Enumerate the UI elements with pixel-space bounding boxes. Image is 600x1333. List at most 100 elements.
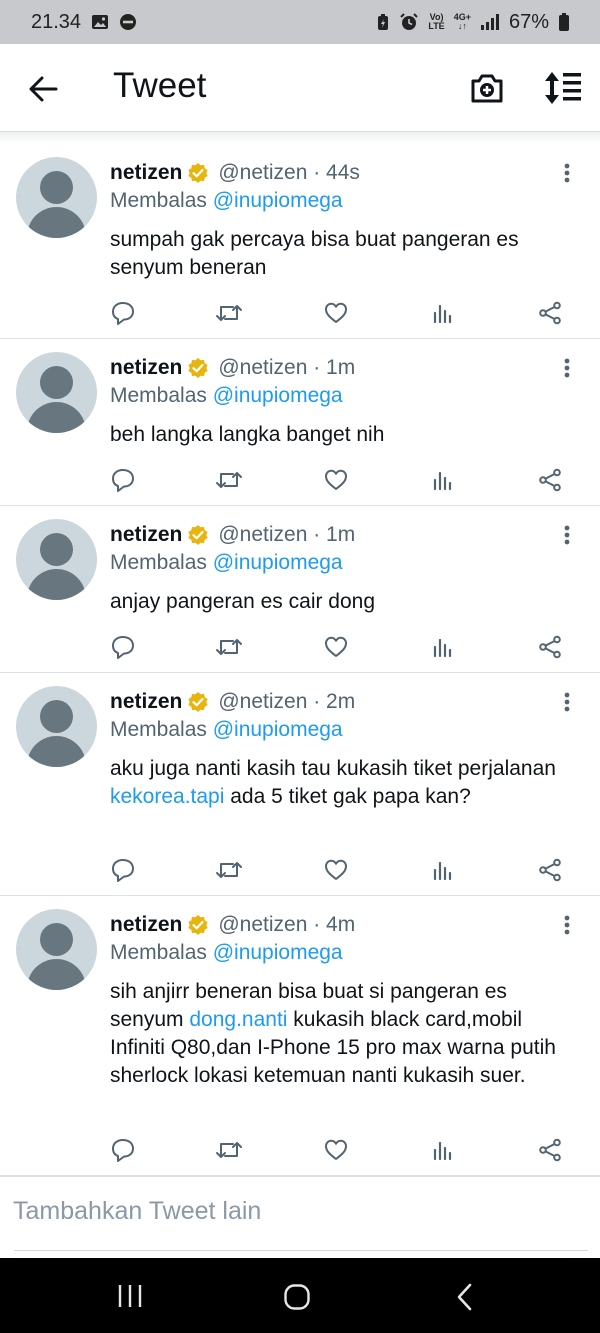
tweet-header: netizen @netizen · 1m [110, 356, 355, 380]
display-name[interactable]: netizen [110, 356, 182, 380]
tweet-item[interactable]: netizen @netizen · 44s Membalas @inupiom… [0, 144, 600, 339]
system-navigation-bar [0, 1258, 600, 1333]
home-button[interactable] [283, 1283, 311, 1311]
like-button[interactable] [321, 465, 351, 495]
like-icon [325, 859, 347, 880]
like-button[interactable] [321, 1135, 351, 1165]
view-stats-button[interactable] [428, 632, 458, 662]
stats-icon [433, 638, 452, 658]
mention-link[interactable]: @inupiomega [213, 718, 343, 741]
mention-link[interactable]: @inupiomega [213, 941, 343, 964]
camera-button[interactable] [468, 69, 506, 107]
reply-icon [112, 302, 134, 325]
tweet-item[interactable]: netizen @netizen · 1m Membalas @inupiome… [0, 506, 600, 673]
reply-button[interactable] [108, 1135, 138, 1165]
reply-button[interactable] [108, 632, 138, 662]
recents-button[interactable] [116, 1283, 144, 1309]
handle-and-time: @netizen · 1m [218, 523, 356, 546]
display-name[interactable]: netizen [110, 913, 182, 937]
camera-plus-icon [471, 74, 503, 103]
more-vertical-icon [564, 525, 570, 545]
like-button[interactable] [321, 855, 351, 885]
stats-icon [433, 471, 452, 491]
mention-link[interactable]: @inupiomega [213, 189, 343, 212]
share-icon [539, 1138, 561, 1162]
avatar[interactable] [16, 909, 97, 990]
battery-saver-icon [376, 13, 390, 31]
verified-badge-icon [188, 358, 208, 378]
handle-and-time: @netizen · 1m [218, 356, 356, 379]
share-button[interactable] [535, 465, 565, 495]
add-tweet-composer[interactable]: Tambahkan Tweet lain [0, 1176, 600, 1252]
tweet-actions [0, 298, 600, 328]
tweet-text: anjay pangeran es cair dong [110, 590, 376, 613]
retweet-icon [216, 862, 242, 878]
tweet-item[interactable]: netizen @netizen · 4m Membalas @inupiome… [0, 896, 600, 1176]
tweet-text: sumpah gak percaya bisa buat pangeran es… [110, 228, 519, 279]
volte-icon: Vo) LTE [428, 12, 445, 31]
avatar[interactable] [16, 157, 97, 238]
display-name[interactable]: netizen [110, 161, 182, 185]
system-back-button[interactable] [455, 1282, 475, 1312]
tweet-header: netizen @netizen · 1m [110, 523, 355, 547]
inline-link[interactable]: dong.nanti [189, 1008, 287, 1031]
home-icon [284, 1284, 310, 1310]
back-button[interactable] [26, 72, 60, 106]
view-stats-button[interactable] [428, 1135, 458, 1165]
share-button[interactable] [535, 1135, 565, 1165]
view-stats-button[interactable] [428, 855, 458, 885]
inline-link[interactable]: kekorea.tapi [110, 785, 224, 808]
reply-icon [112, 859, 134, 882]
share-button[interactable] [535, 298, 565, 328]
gallery-notification-icon [91, 13, 109, 31]
more-vertical-icon [564, 358, 570, 378]
view-stats-button[interactable] [428, 298, 458, 328]
like-button[interactable] [321, 298, 351, 328]
tweet-item[interactable]: netizen @netizen · 1m Membalas @inupiome… [0, 339, 600, 506]
display-name[interactable]: netizen [110, 523, 182, 547]
avatar[interactable] [16, 686, 97, 767]
share-button[interactable] [535, 855, 565, 885]
reply-icon [112, 469, 134, 492]
tweet-header: netizen @netizen · 44s [110, 161, 360, 185]
tweet-actions [0, 855, 600, 885]
sort-button[interactable] [542, 70, 584, 106]
tweet-header: netizen @netizen · 4m [110, 913, 355, 937]
retweet-button[interactable] [214, 632, 244, 662]
display-name[interactable]: netizen [110, 690, 182, 714]
handle-and-time: @netizen · 2m [218, 690, 356, 713]
replying-to: Membalas @inupiomega [110, 384, 343, 407]
replying-to: Membalas @inupiomega [110, 718, 343, 741]
more-options-button[interactable] [557, 523, 577, 547]
like-button[interactable] [321, 632, 351, 662]
tweet-text: beh langka langka banget nih [110, 423, 385, 446]
tweet-header: netizen @netizen · 2m [110, 690, 355, 714]
stats-icon [433, 1141, 452, 1161]
add-tweet-input[interactable]: Tambahkan Tweet lain [13, 1197, 261, 1226]
avatar[interactable] [16, 352, 97, 433]
network-type-icon: 4G+ ↓↑ [453, 12, 471, 31]
reply-button[interactable] [108, 298, 138, 328]
avatar[interactable] [16, 519, 97, 600]
retweet-button[interactable] [214, 465, 244, 495]
reply-button[interactable] [108, 855, 138, 885]
replying-to: Membalas @inupiomega [110, 941, 343, 964]
mention-link[interactable]: @inupiomega [213, 384, 343, 407]
more-options-button[interactable] [557, 161, 577, 185]
view-stats-button[interactable] [428, 465, 458, 495]
like-icon [325, 469, 347, 490]
retweet-button[interactable] [214, 855, 244, 885]
handle-and-time: @netizen · 44s [218, 161, 360, 184]
retweet-button[interactable] [214, 298, 244, 328]
retweet-icon [216, 305, 242, 321]
reply-button[interactable] [108, 465, 138, 495]
reply-icon [112, 636, 134, 659]
like-icon [325, 1139, 347, 1160]
mention-link[interactable]: @inupiomega [213, 551, 343, 574]
more-options-button[interactable] [557, 690, 577, 714]
more-options-button[interactable] [557, 913, 577, 937]
tweet-item[interactable]: netizen @netizen · 2m Membalas @inupiome… [0, 673, 600, 896]
retweet-button[interactable] [214, 1135, 244, 1165]
more-options-button[interactable] [557, 356, 577, 380]
share-button[interactable] [535, 632, 565, 662]
